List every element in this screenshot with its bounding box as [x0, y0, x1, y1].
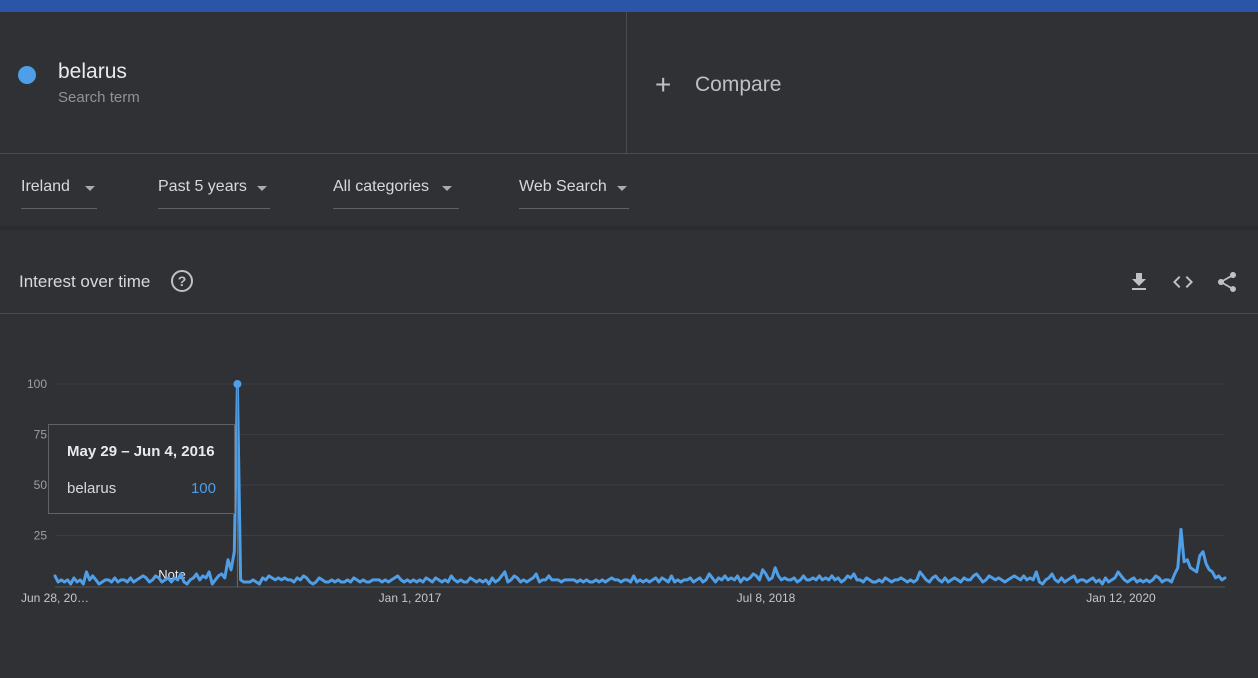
y-tick-label: 50 — [34, 478, 48, 492]
plus-icon: + — [655, 69, 672, 100]
tooltip-date: May 29 – Jun 4, 2016 — [67, 443, 215, 460]
search-term-row: belarus Search term + Compare — [0, 12, 1258, 154]
filter-bar: Ireland Past 5 years All categories Web … — [0, 154, 1258, 226]
region-filter-dropdown[interactable]: Ireland — [21, 178, 97, 209]
x-tick-label: Jan 12, 2020 — [1086, 591, 1156, 605]
search-term-card[interactable]: belarus Search term — [0, 12, 627, 153]
hover-point — [233, 380, 242, 388]
region-filter-label: Ireland — [21, 178, 70, 195]
dropdown-arrow-icon — [616, 186, 627, 191]
dropdown-arrow-icon — [256, 186, 267, 191]
series-color-dot — [18, 66, 36, 84]
tooltip-term: belarus — [67, 480, 117, 497]
search-type-filter-dropdown[interactable]: Web Search — [519, 178, 629, 209]
category-filter-dropdown[interactable]: All categories — [333, 178, 459, 209]
download-icon[interactable] — [1127, 270, 1151, 294]
y-tick-label: 75 — [34, 428, 48, 442]
search-term-subtitle: Search term — [58, 89, 140, 106]
compare-button[interactable]: + Compare — [655, 70, 781, 100]
embed-icon[interactable] — [1171, 270, 1195, 294]
x-tick-label: Jun 28, 20… — [21, 591, 89, 605]
dropdown-arrow-icon — [84, 186, 95, 191]
help-icon[interactable]: ? — [171, 270, 193, 292]
tooltip-value: 100 — [190, 480, 216, 497]
search-type-filter-label: Web Search — [519, 178, 607, 195]
interest-over-time-header: Interest over time ? — [0, 230, 1258, 314]
x-tick-label: Jan 1, 2017 — [379, 591, 442, 605]
category-filter-label: All categories — [333, 178, 430, 195]
search-term-name[interactable]: belarus — [58, 60, 127, 84]
share-icon[interactable] — [1215, 270, 1239, 294]
y-tick-label: 100 — [27, 377, 47, 391]
compare-label: Compare — [695, 73, 782, 96]
top-bar — [0, 0, 1258, 12]
time-range-filter-dropdown[interactable]: Past 5 years — [158, 178, 270, 209]
dropdown-arrow-icon — [442, 186, 453, 191]
time-range-filter-label: Past 5 years — [158, 178, 247, 195]
card-title: Interest over time — [19, 272, 151, 291]
chart-tooltip: May 29 – Jun 4, 2016 belarus 100 — [48, 424, 235, 514]
x-tick-label: Jul 8, 2018 — [737, 591, 796, 605]
y-tick-label: 25 — [34, 529, 48, 543]
